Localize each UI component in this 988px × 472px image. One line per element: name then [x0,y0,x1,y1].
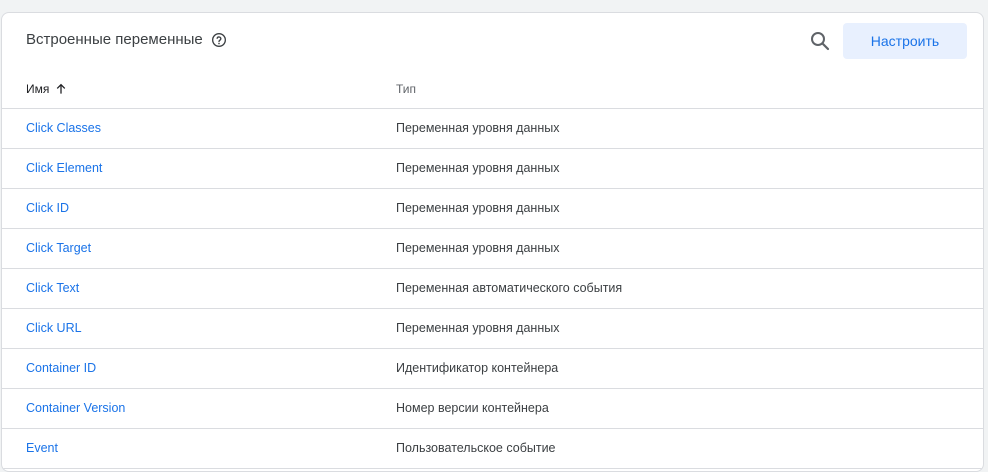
table-row: Container Version Номер версии контейнер… [2,389,983,429]
column-header-type[interactable]: Тип [396,82,416,96]
variable-name-link[interactable]: Click Classes [26,121,101,135]
arrow-up-icon [54,82,68,96]
variable-type: Пользовательское событие [396,441,556,455]
variable-name-link[interactable]: Click Target [26,241,91,255]
column-header-name-label: Имя [26,82,50,96]
variable-name-link[interactable]: Click Text [26,281,79,295]
variable-name-link[interactable]: Container Version [26,401,125,415]
variable-type: Переменная уровня данных [396,241,560,255]
table-row: Click ID Переменная уровня данных [2,189,983,229]
variable-name-link[interactable]: Container ID [26,361,96,375]
built-in-variables-card: Встроенные переменные Настроить Имя Тип … [1,12,984,472]
table-row: Click Text Переменная автоматического со… [2,269,983,309]
table-row: Click Target Переменная уровня данных [2,229,983,269]
variable-name-link[interactable]: Click ID [26,201,69,215]
variable-type: Переменная автоматического события [396,281,623,295]
variable-name-link[interactable]: Click URL [26,321,82,335]
variable-name-link[interactable]: Event [26,441,58,455]
variable-type: Переменная уровня данных [396,161,560,175]
card-title-wrap: Встроенные переменные [26,31,227,48]
configure-button[interactable]: Настроить [843,23,967,59]
help-circle-icon[interactable] [211,32,227,48]
variable-type: Переменная уровня данных [396,121,560,135]
variable-type: Номер версии контейнера [396,401,549,415]
variable-type: Переменная уровня данных [396,201,560,215]
variable-type: Идентификатор контейнера [396,361,559,375]
search-icon[interactable] [808,29,832,53]
table-row: Click Element Переменная уровня данных [2,149,983,189]
variable-type: Переменная уровня данных [396,321,560,335]
table-header-row: Имя Тип [2,70,983,109]
table-row: Event Пользовательское событие [2,429,983,469]
table-row: Click Classes Переменная уровня данных [2,109,983,149]
column-header-name[interactable]: Имя [26,82,68,96]
variable-name-link[interactable]: Click Element [26,161,102,175]
table-row: Container ID Идентификатор контейнера [2,349,983,389]
card-header: Встроенные переменные Настроить [2,13,983,70]
card-title: Встроенные переменные [26,31,203,48]
table-row: Click URL Переменная уровня данных [2,309,983,349]
